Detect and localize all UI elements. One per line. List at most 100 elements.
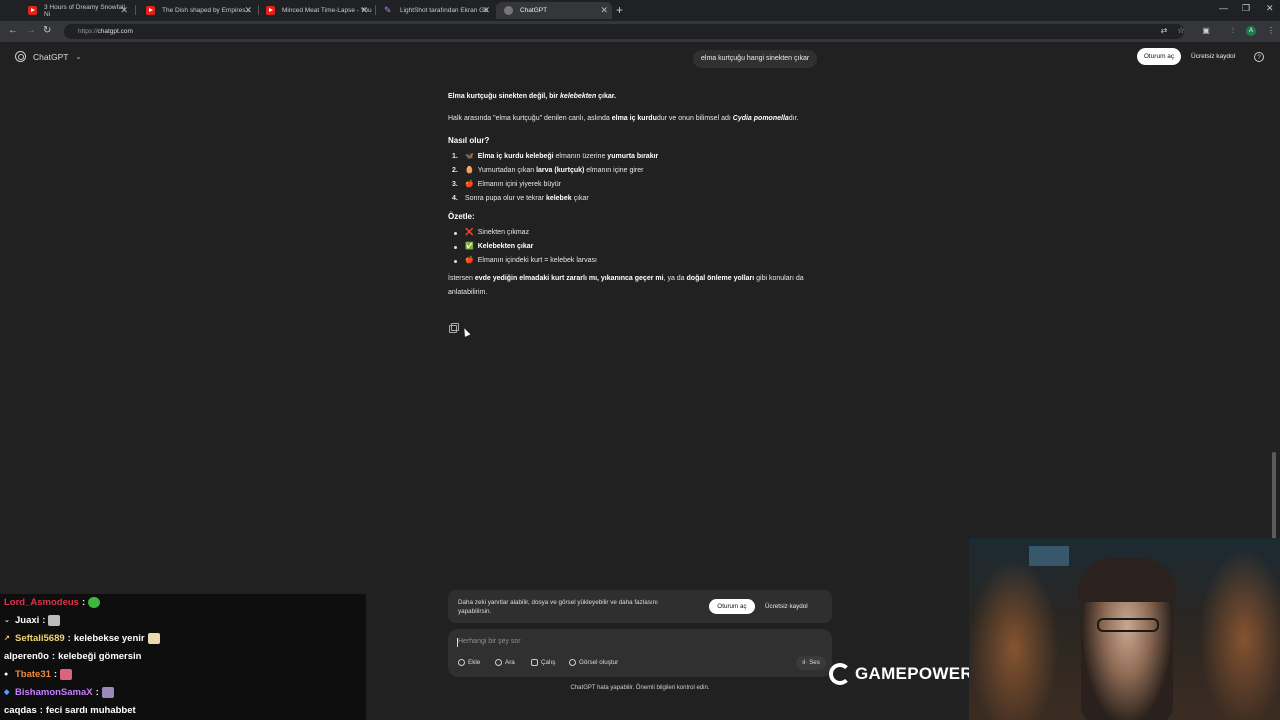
list-item: 1. 🦋 Elma iç kurdu kelebeği elmanın üzerin… <box>448 150 832 164</box>
colon: : <box>42 615 46 626</box>
gamepower-logo: GAMEPOWER <box>829 663 973 685</box>
close-tab-icon[interactable]: ✕ <box>244 5 252 16</box>
menu-dots-icon[interactable]: ⋮ <box>1266 26 1276 36</box>
copy-icon[interactable] <box>449 323 459 333</box>
close-tab-icon[interactable]: ✕ <box>360 5 368 16</box>
youtube-icon <box>266 6 275 15</box>
translate-icon[interactable]: ⇄ <box>1159 26 1169 36</box>
chat-username: alperen0o <box>4 651 49 662</box>
diamond-badge-icon: ◆ <box>4 688 10 696</box>
voice-button[interactable]: ıl· Ses <box>796 656 826 670</box>
chat-text: kelebeği gömersin <box>58 651 142 662</box>
browser-tab-2[interactable]: The Dish shaped by Empires... ✕ <box>138 2 256 19</box>
apple-icon: 🍎 <box>465 257 474 264</box>
lamp-glow <box>969 558 1059 720</box>
streamer-hair <box>1077 558 1177 602</box>
login-button[interactable]: Oturum aç <box>1137 48 1181 65</box>
emote-icon <box>60 669 73 680</box>
youtube-icon <box>146 6 155 15</box>
butterfly-icon: 🦋 <box>465 153 474 160</box>
help-icon[interactable]: ? <box>1254 52 1264 62</box>
promo-signup-button[interactable]: Ücretsiz kaydol <box>765 599 808 614</box>
promo-text: Daha zeki yanıtlar alabilir, dosya ve gö… <box>458 599 658 615</box>
restore-icon[interactable]: ❐ <box>1242 3 1250 14</box>
tab-title: 3 Hours of Dreamy Snowfall Ni <box>44 3 125 18</box>
list-item: ❌ Sinekten çıkmaz <box>448 226 832 240</box>
section-heading: Nasıl olur? <box>448 136 490 145</box>
emote-icon <box>48 615 61 626</box>
list-item: ✅ Kelebekten çıkar <box>448 240 832 254</box>
openai-logo-icon <box>15 51 26 62</box>
browser-tab-5[interactable]: ChatGPT ✕ <box>496 2 612 19</box>
study-button[interactable]: Çalış <box>531 659 555 666</box>
back-icon[interactable]: ← <box>8 25 18 36</box>
emote-icon <box>147 633 160 644</box>
tab-title: ChatGPT <box>520 7 548 14</box>
brand-label: ChatGPT <box>33 51 69 62</box>
attach-button[interactable]: Ekle <box>458 659 480 666</box>
stream-chat-overlay: Lord_Asmodeus: ⌄ Juaxi: ↗ Seftali5689: kele… <box>0 594 366 720</box>
chat-username: Tbate31 <box>15 669 51 680</box>
browser-tab-3[interactable]: Minced Meat Time-Lapse - You ✕ <box>258 2 372 19</box>
answer-paragraph: Elma kurtçuğu sinekten değil, bir kelebe… <box>448 90 832 104</box>
chat-username: BishamonSamaX <box>15 687 93 698</box>
search-button[interactable]: Ara <box>495 659 515 666</box>
chat-text: kelebekse yenir <box>73 633 145 644</box>
list-item: 3. 🍎 Elmanın içini yiyerek büyür <box>448 178 832 192</box>
button-label: Ses <box>809 659 820 666</box>
lamp-glow <box>1199 548 1280 720</box>
chat-username: Juaxi <box>15 615 40 626</box>
text: İstersen <box>448 275 475 282</box>
url-field[interactable]: https://chatgpt.com <box>64 24 1184 39</box>
dot-badge-icon: ● <box>4 670 9 678</box>
bold-text: elma iç kurdu <box>611 115 657 122</box>
tab-title: Minced Meat Time-Lapse - You <box>282 7 372 14</box>
close-tab-icon[interactable]: ✕ <box>600 5 608 16</box>
profile-avatar[interactable]: A <box>1246 26 1256 36</box>
list-number: 2. <box>452 167 458 174</box>
bookmark-star-icon[interactable]: ☆ <box>1176 26 1186 36</box>
check-mark-icon: ✅ <box>465 243 474 250</box>
model-selector[interactable]: ChatGPT ⌄ <box>15 51 81 62</box>
reload-icon[interactable]: ↻ <box>43 25 51 36</box>
forward-icon[interactable]: → <box>26 25 36 36</box>
sidebar-icon[interactable]: ⫶ <box>1228 26 1238 36</box>
signup-promo: Daha zeki yanıtlar alabilir, dosya ve gö… <box>448 590 832 623</box>
close-tab-icon[interactable]: ✕ <box>120 5 128 16</box>
bold-text: Kelebekten çıkar <box>477 243 534 250</box>
address-toolbar: ← → ↻ https://chatgpt.com ⇄ ☆ ▣ ⫶ ⋮ <box>0 21 1280 42</box>
colon: : <box>95 687 99 698</box>
answer-paragraph: Halk arasında "elma kurtçuğu" denilen ca… <box>448 112 832 126</box>
section-heading: Özetle: <box>448 212 475 221</box>
bold-text: doğal önleme yolları <box>686 275 755 282</box>
bold-text: Elma iç kurdu kelebeği <box>477 153 554 160</box>
waveform-icon: ıl· <box>802 659 810 666</box>
text: dır. <box>788 115 799 122</box>
list-number: 3. <box>452 181 458 188</box>
tab-title: LightShot tarafından Ekran Gö <box>400 7 488 14</box>
browser-tab-1[interactable]: 3 Hours of Dreamy Snowfall Ni ✕ <box>20 2 132 19</box>
italic-text: kelebekten <box>560 93 597 100</box>
button-label: Çalış <box>541 659 556 666</box>
text: elmanın içine girer <box>584 167 644 174</box>
list-item: 🍎 Elmanın içindeki kurt = kelebek larvası <box>448 254 832 268</box>
close-window-icon[interactable]: ✕ <box>1266 3 1274 14</box>
paperclip-icon <box>458 659 465 666</box>
signup-button[interactable]: Ücretsiz kaydol <box>1191 48 1235 65</box>
tab-title: The Dish shaped by Empires... <box>162 7 251 14</box>
promo-login-button[interactable]: Oturum aç <box>709 599 755 614</box>
close-tab-icon[interactable]: ✕ <box>482 5 490 16</box>
create-image-button[interactable]: Görsel oluştur <box>569 659 618 666</box>
list-number: 4. <box>452 195 458 202</box>
summary-list: ❌ Sinekten çıkmaz ✅ Kelebekten çıkar 🍎 Elma… <box>448 226 832 268</box>
minimize-icon[interactable]: — <box>1219 3 1228 13</box>
text: elmanın üzerine <box>553 153 608 160</box>
composer-placeholder[interactable]: Herhangi bir şey sor <box>458 638 521 645</box>
text: , ya da <box>663 275 687 282</box>
new-tab-icon[interactable]: + <box>616 3 623 17</box>
text: Sinekten çıkmaz <box>477 229 530 236</box>
extensions-icon[interactable]: ▣ <box>1201 26 1211 36</box>
message-composer[interactable]: Herhangi bir şey sor Ekle Ara Çalış Görs… <box>448 629 832 677</box>
browser-tab-4[interactable]: ✎ LightShot tarafından Ekran Gö ✕ <box>376 2 494 19</box>
colon: : <box>51 651 56 662</box>
